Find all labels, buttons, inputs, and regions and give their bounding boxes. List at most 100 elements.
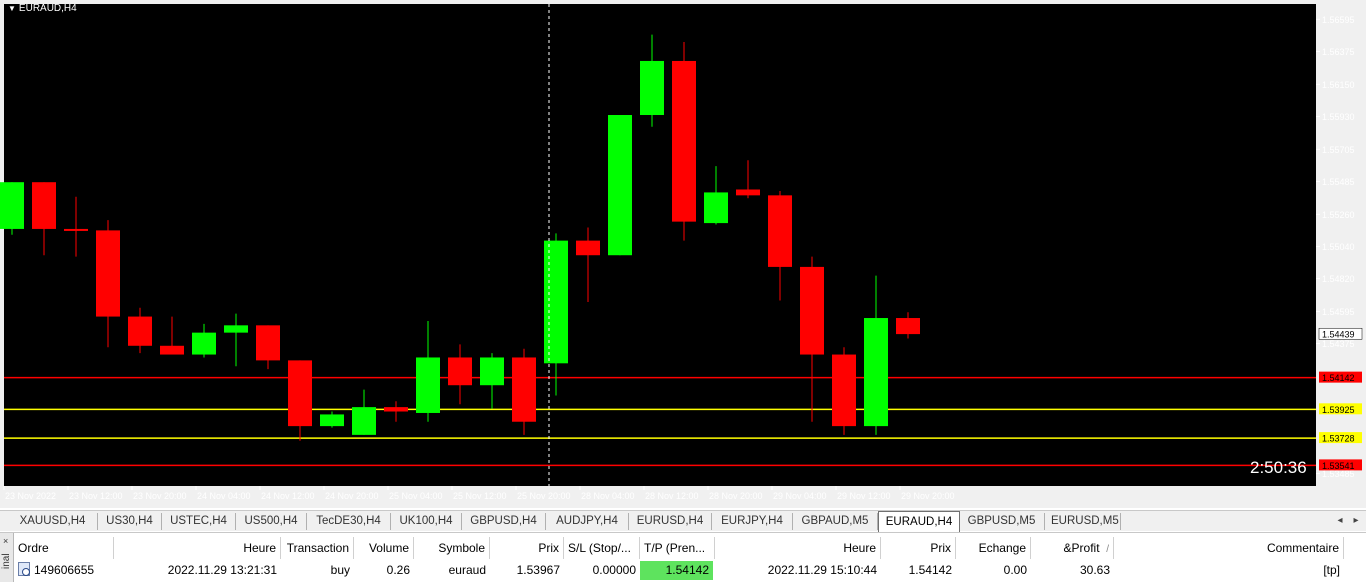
col-header-prix[interactable]: Prix [490,537,564,559]
order-icon [18,562,30,576]
candle-bear [384,407,408,412]
candle-bull [640,60,664,116]
col-header-transaction[interactable]: Transaction [281,537,354,559]
tab-ustec-h4[interactable]: USTEC,H4 [162,513,236,530]
candle-bull [224,325,248,333]
cell-volume[interactable]: 0.26 [354,561,414,580]
candle-bear [576,240,600,256]
col-header-profit[interactable]: &Profit / [1031,537,1114,559]
cell-tp[interactable]: 1.54142 [640,561,713,580]
candle-bull [192,332,216,355]
price-chart[interactable]: 1.56595 1.56375 1.56150 1.55930 1.55705 1.554… [0,0,1366,508]
candle-bear [672,60,696,222]
tab-scroll-left-icon[interactable]: ◂ [1334,515,1346,527]
time-tick-label: 28 Nov 20:00 [709,491,763,501]
sort-indicator-icon: / [1106,544,1109,555]
tab-scroll-right-icon[interactable]: ▸ [1350,515,1362,527]
time-tick-label: 24 Nov 20:00 [325,491,379,501]
candle-bear [288,360,312,427]
time-tick-label: 29 Nov 04:00 [773,491,827,501]
time-tick-label: 28 Nov 04:00 [581,491,635,501]
time-tick-label: 25 Nov 04:00 [389,491,443,501]
price-tick-label: 1.56375 [1322,47,1355,57]
candle-bear [448,357,472,386]
tab-eurusd-h4[interactable]: EURUSD,H4 [629,513,712,530]
time-tick-label: 25 Nov 12:00 [453,491,507,501]
candle-bear [64,228,88,231]
time-tick-label: 24 Nov 12:00 [261,491,315,501]
tab-eurjpy-h4[interactable]: EURJPY,H4 [712,513,793,530]
price-tick-label: 1.54375 [1322,339,1355,349]
tab-uk100-h4[interactable]: UK100,H4 [391,513,462,530]
cell-transaction[interactable]: buy [281,561,354,580]
tab-euraud-h4[interactable]: EURAUD,H4 [878,511,960,532]
candle-bull [352,407,376,435]
time-tick-label: 23 Nov 2022 [5,491,56,501]
chart-symbol-label: EURAUD,H4 [18,3,77,14]
price-tick-label: 1.54820 [1322,274,1355,284]
col-header-echange[interactable]: Echange [956,537,1031,559]
tab-us500-h4[interactable]: US500,H4 [236,513,307,530]
candle-bear [96,230,120,317]
col-header-ordre[interactable]: Ordre [14,537,114,559]
chart-window[interactable]: 1.56595 1.56375 1.56150 1.55930 1.55705 1.554… [0,0,1366,508]
chart-title: ▼ EURAUD,H4 [8,3,77,14]
tab-xauusd-h4[interactable]: XAUUSD,H4 [8,513,98,530]
price-tick-label: 1.56595 [1322,15,1355,25]
candle-bear [160,345,184,355]
cell-sl[interactable]: 0.00000 [564,561,640,580]
candle-bear [32,182,56,229]
candle-bull [544,240,568,364]
candle-bull [320,414,344,427]
col-header-prix-close[interactable]: Prix [881,537,956,559]
candle-bear [896,318,920,335]
col-header-tp[interactable]: T/P (Pren... [640,537,715,559]
candle-bull [864,318,888,427]
tab-gbpaud-m5[interactable]: GBPAUD,M5 [793,513,878,530]
cell-prix-close[interactable]: 1.54142 [881,561,956,580]
cell-profit[interactable]: 30.63 [1031,561,1114,580]
candle-bull [416,357,440,413]
time-tick-label: 23 Nov 12:00 [69,491,123,501]
candle-bear [736,189,760,196]
tab-us30-h4[interactable]: US30,H4 [98,513,162,530]
price-level-label: 1.53728 [1322,434,1355,444]
tab-gbpusd-m5[interactable]: GBPUSD,M5 [959,513,1045,530]
col-header-heure-close[interactable]: Heure [715,537,881,559]
tab-eurusd-m5[interactable]: EURUSD,M5 [1045,513,1121,530]
tab-gbpusd-h4[interactable]: GBPUSD,H4 [462,513,546,530]
candle-bear [800,266,824,355]
candle-bear [512,357,536,422]
cell-prix[interactable]: 1.53967 [490,561,564,580]
tab-audjpy-h4[interactable]: AUDJPY,H4 [546,513,629,530]
caret-down-icon[interactable]: ▼ [8,4,16,13]
cell-ordre[interactable]: 149606655 [14,561,114,580]
price-tick-label: 1.55705 [1322,145,1355,155]
cell-ordre-value: 149606655 [34,563,95,577]
price-tick-label: 1.55930 [1322,112,1355,122]
cell-commentaire[interactable]: [tp] [1114,561,1344,580]
col-header-commentaire[interactable]: Commentaire [1114,537,1344,559]
price-tick-label: 1.55485 [1322,177,1355,187]
time-tick-label: 23 Nov 20:00 [133,491,187,501]
price-tick-label: 1.56150 [1322,80,1355,90]
terminal-panel: × inal Ordre Heure Transaction Volume Sy… [0,532,1366,582]
tab-tecde30-h4[interactable]: TecDE30,H4 [307,513,391,530]
cell-echange[interactable]: 0.00 [956,561,1031,580]
cell-heure-close[interactable]: 2022.11.29 15:10:44 [715,561,881,580]
col-header-symbole[interactable]: Symbole [414,537,490,559]
col-header-sl[interactable]: S/L (Stop/... [564,537,640,559]
cell-heure[interactable]: 2022.11.29 13:21:31 [114,561,281,580]
price-level-label: 1.53541 [1322,461,1355,471]
col-header-volume[interactable]: Volume [354,537,414,559]
price-tick-label: 1.54595 [1322,307,1355,317]
candle-bull [704,192,728,224]
time-tick-label: 29 Nov 12:00 [837,491,891,501]
close-icon[interactable]: × [3,536,8,546]
col-header-heure[interactable]: Heure [114,537,281,559]
time-tick-label: 25 Nov 20:00 [517,491,571,501]
cell-symbole[interactable]: euraud [414,561,490,580]
terminal-side-label: inal [1,553,12,569]
price-level-label: 1.53925 [1322,405,1355,415]
candle-bear [768,195,792,267]
